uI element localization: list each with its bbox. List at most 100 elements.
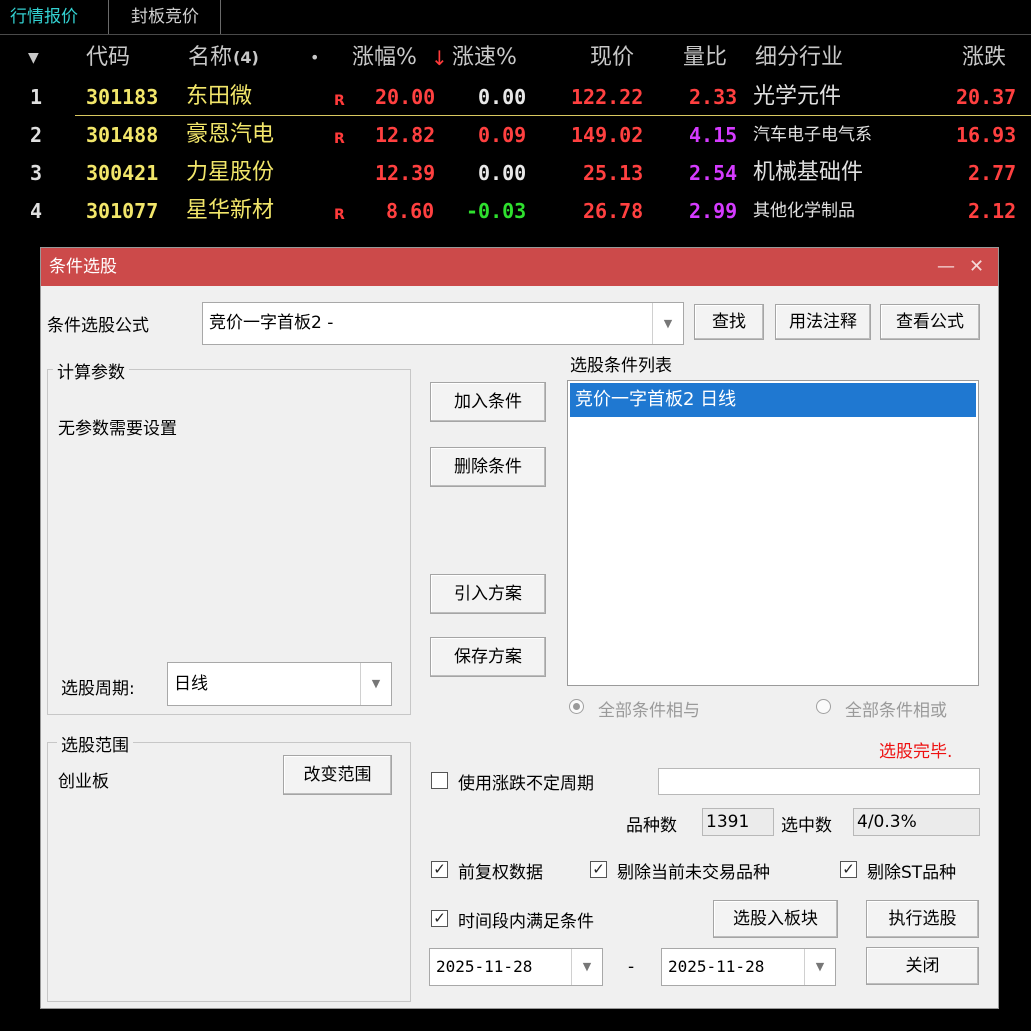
tab-quotes[interactable]: 行情报价	[0, 0, 88, 34]
delete-condition-button[interactable]: 删除条件	[430, 447, 546, 487]
price-rise: 16.93	[956, 123, 1017, 147]
dialog-title: 条件选股	[49, 257, 117, 277]
date-to-picker[interactable]: 2025-11-28 ▼	[661, 948, 836, 986]
header-dot: •	[310, 48, 320, 67]
market-tab-bar: 行情报价 封板竞价	[0, 0, 1031, 35]
price-rise: 2.77	[968, 161, 1017, 185]
status-text: 选股完毕.	[879, 742, 953, 762]
variable-period-label: 使用涨跌不定周期	[458, 774, 594, 794]
range-value: 创业板	[58, 772, 109, 792]
current-price: 26.78	[583, 199, 644, 223]
range-group-legend: 选股范围	[57, 731, 133, 756]
variable-period-checkbox[interactable]	[431, 772, 448, 789]
chevron-down-icon[interactable]: ▼	[571, 949, 602, 985]
header-code[interactable]: 代码	[86, 38, 130, 78]
price-rise: 2.12	[968, 199, 1017, 223]
volume-ratio: 2.33	[689, 85, 738, 109]
header-rise[interactable]: 涨跌	[962, 38, 1006, 78]
stock-code: 301488	[86, 123, 159, 147]
selected-count-field: 4/0.3%	[853, 808, 980, 836]
minimize-icon[interactable]: —	[937, 248, 955, 286]
industry: 光学元件	[753, 84, 842, 109]
tab-divider	[220, 0, 221, 34]
condition-stock-picker-dialog: 条件选股 — ✕ 条件选股公式 竞价一字首板2 - ▼ 查找 用法注释 查看公式…	[40, 247, 999, 1009]
formula-label: 条件选股公式	[47, 316, 149, 336]
params-text: 无参数需要设置	[58, 419, 177, 439]
stock-name: 力星股份	[186, 160, 275, 185]
usage-notes-button[interactable]: 用法注释	[775, 304, 871, 340]
current-price: 25.13	[583, 161, 644, 185]
stock-name: 星华新材	[186, 198, 275, 223]
header-speed[interactable]: 涨速%	[452, 38, 517, 78]
row-number: 1	[30, 85, 43, 109]
radio-and[interactable]	[569, 699, 584, 714]
add-condition-button[interactable]: 加入条件	[430, 382, 546, 422]
industry: 其他化学制品	[753, 201, 855, 221]
variety-count-label: 品种数	[626, 816, 677, 836]
tab-auction[interactable]: 封板竞价	[110, 0, 220, 34]
r-flag: R	[334, 93, 345, 109]
date-from-picker[interactable]: 2025-11-28 ▼	[429, 948, 603, 986]
list-item[interactable]: 竞价一字首板2 日线	[570, 383, 976, 417]
header-vol-ratio[interactable]: 量比	[683, 38, 727, 78]
speed-pct: 0.09	[478, 123, 527, 147]
dialog-titlebar[interactable]: 条件选股 — ✕	[41, 248, 998, 286]
tab-divider	[108, 0, 109, 34]
r-flag: R	[334, 207, 345, 223]
industry: 汽车电子电气系	[753, 125, 872, 145]
stock-code: 301077	[86, 199, 159, 223]
variety-count-field: 1391	[702, 808, 774, 836]
column-menu-icon[interactable]: ▼	[28, 38, 39, 78]
exclude-untraded-checkbox[interactable]: ✓	[590, 861, 607, 878]
period-label: 选股周期:	[61, 679, 135, 699]
exclude-st-label: 剔除ST品种	[867, 863, 957, 883]
r-flag: R	[334, 131, 345, 147]
radio-or-label: 全部条件相或	[845, 701, 947, 721]
radio-or[interactable]	[816, 699, 831, 714]
header-industry[interactable]: 细分行业	[755, 38, 843, 78]
header-price[interactable]: 现价	[590, 38, 634, 78]
speed-pct: 0.00	[478, 85, 527, 109]
time-range-label: 时间段内满足条件	[458, 912, 594, 932]
change-pct: 12.82	[375, 123, 436, 147]
save-plan-button[interactable]: 保存方案	[430, 637, 546, 677]
exclude-st-checkbox[interactable]: ✓	[840, 861, 857, 878]
adjust-label: 前复权数据	[458, 863, 543, 883]
chevron-down-icon[interactable]: ▼	[652, 303, 683, 344]
add-to-block-button[interactable]: 选股入板块	[713, 900, 838, 938]
sort-desc-icon: ↓	[431, 46, 448, 70]
formula-value: 竞价一字首板2 -	[209, 313, 334, 333]
row-number: 3	[30, 161, 43, 185]
view-formula-button[interactable]: 查看公式	[880, 304, 980, 340]
change-pct: 8.60	[386, 199, 435, 223]
adjust-checkbox[interactable]: ✓	[431, 861, 448, 878]
volume-ratio: 4.15	[689, 123, 738, 147]
header-count: (4)	[233, 48, 259, 67]
formula-select[interactable]: 竞价一字首板2 - ▼	[202, 302, 684, 345]
params-group-legend: 计算参数	[53, 358, 129, 383]
radio-and-label: 全部条件相与	[598, 701, 700, 721]
row-number: 4	[30, 199, 43, 223]
run-selection-button[interactable]: 执行选股	[866, 900, 979, 938]
stock-name: 豪恩汽电	[186, 122, 275, 147]
stock-code: 301183	[86, 85, 159, 109]
price-rise: 20.37	[956, 85, 1017, 109]
change-pct: 20.00	[375, 85, 436, 109]
find-button[interactable]: 查找	[694, 304, 764, 340]
stock-name: 东田微	[186, 84, 253, 109]
chevron-down-icon[interactable]: ▼	[804, 949, 835, 985]
import-plan-button[interactable]: 引入方案	[430, 574, 546, 614]
variable-period-input[interactable]	[658, 768, 980, 795]
header-name[interactable]: 名称	[188, 38, 232, 78]
condition-list[interactable]: 竞价一字首板2 日线	[567, 380, 979, 686]
stock-code: 300421	[86, 161, 159, 185]
chevron-down-icon[interactable]: ▼	[360, 663, 391, 705]
close-icon[interactable]: ✕	[969, 248, 984, 286]
close-button[interactable]: 关闭	[866, 947, 979, 985]
period-select[interactable]: 日线 ▼	[167, 662, 392, 706]
condition-list-label: 选股条件列表	[570, 356, 672, 376]
time-range-checkbox[interactable]: ✓	[431, 910, 448, 927]
change-range-button[interactable]: 改变范围	[283, 755, 392, 795]
header-change[interactable]: 涨幅%	[352, 38, 417, 78]
current-price: 149.02	[571, 123, 644, 147]
